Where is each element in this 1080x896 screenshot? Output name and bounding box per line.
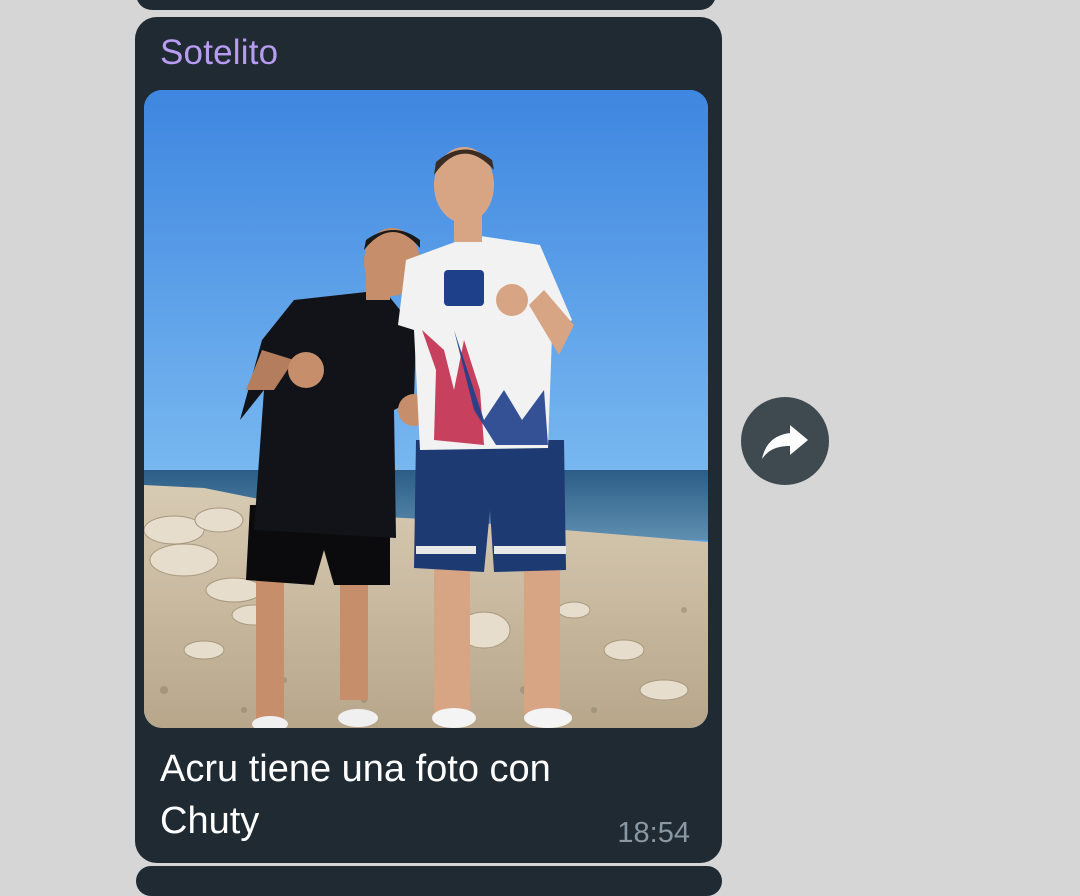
- previous-message-bubble: [136, 0, 716, 10]
- message-caption: Acru tiene una foto con Chuty: [160, 748, 551, 842]
- share-button[interactable]: [741, 397, 829, 485]
- message-timestamp: 18:54: [617, 817, 690, 849]
- photo-image: [144, 90, 708, 728]
- message-photo[interactable]: [144, 90, 708, 728]
- share-arrow-icon: [762, 425, 808, 459]
- sender-name[interactable]: Sotelito: [160, 33, 278, 73]
- message-bubble[interactable]: Sotelito Acru tiene una foto con Chuty 1…: [135, 17, 722, 863]
- next-message-bubble: [136, 866, 722, 896]
